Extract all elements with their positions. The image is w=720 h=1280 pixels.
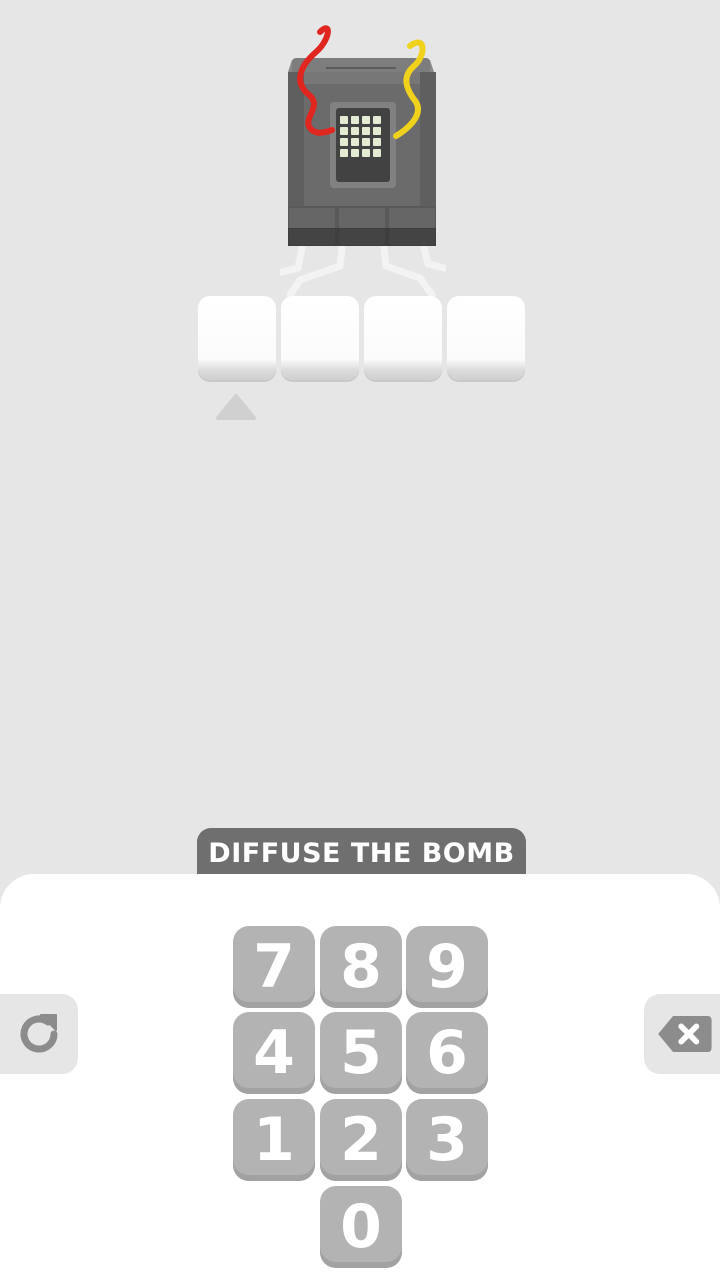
backspace-icon <box>658 1015 712 1053</box>
keypad-key-1[interactable]: 1 <box>233 1099 315 1181</box>
keypad-key-3[interactable]: 3 <box>406 1099 488 1181</box>
code-slot-2 <box>281 296 359 380</box>
keypad-key-4[interactable]: 4 <box>233 1012 315 1094</box>
code-slot-3 <box>364 296 442 380</box>
keypad-key-2[interactable]: 2 <box>320 1099 402 1181</box>
reset-button[interactable] <box>0 994 78 1074</box>
bomb-illustration <box>280 25 446 299</box>
keypad-key-5[interactable]: 5 <box>320 1012 402 1094</box>
code-slot-4 <box>447 296 525 380</box>
backspace-button[interactable] <box>644 994 720 1074</box>
slot-pointer-icon <box>216 394 256 420</box>
keypad-key-8[interactable]: 8 <box>320 926 402 1008</box>
reset-icon <box>20 1014 58 1053</box>
keypad-key-6[interactable]: 6 <box>406 1012 488 1094</box>
keypad-key-7[interactable]: 7 <box>233 926 315 1008</box>
keypad-key-0[interactable]: 0 <box>320 1186 402 1268</box>
code-slot-1 <box>198 296 276 380</box>
keypad-key-9[interactable]: 9 <box>406 926 488 1008</box>
